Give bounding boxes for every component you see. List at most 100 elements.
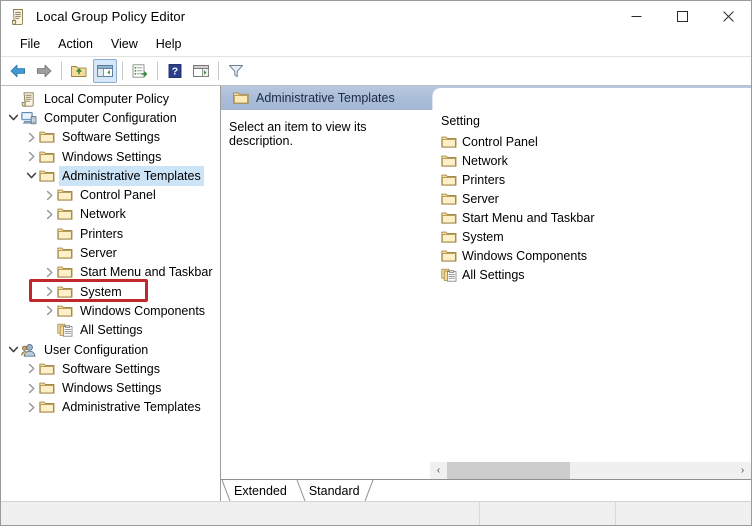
tree-item-computer-configuration[interactable]: Computer Configuration [1,108,220,127]
settings-list-pane[interactable]: Setting Control Panel Network Printers Serv… [429,110,751,479]
tree-item-label: Server [80,246,117,261]
chevron-down-icon[interactable] [5,110,21,126]
folder-icon [57,207,73,221]
show-hide-console-tree-button[interactable] [93,59,117,83]
chevron-right-icon[interactable] [23,380,39,396]
folder-icon [39,169,55,183]
help-button[interactable]: ? [163,59,187,83]
tree-item-label: Windows Settings [62,381,162,396]
horizontal-scrollbar[interactable]: ‹ › [430,462,751,479]
folder-icon [57,188,73,202]
list-item[interactable]: Control Panel [435,132,751,151]
list-item[interactable]: Windows Components [435,246,751,265]
tree-item-administrative-templates[interactable]: Administrative Templates [1,398,220,417]
column-header-setting: Setting [441,114,480,128]
menu-view[interactable]: View [102,35,147,53]
list-item-label: Printers [462,172,506,187]
console-tree-pane[interactable]: Local Computer Policy Computer Configurat… [1,86,221,501]
description-pane: Select an item to view its description. [221,110,429,479]
tab-slant-right [364,480,374,501]
chevron-down-icon[interactable] [23,168,39,184]
show-hide-console-tree-icon [97,65,113,77]
folder-icon [39,150,55,164]
folder-icon [441,230,457,244]
close-button[interactable] [705,1,751,32]
tree-item-system[interactable]: System [1,282,220,301]
tree-item-label: Windows Settings [62,149,162,164]
tree-item-label: Local Computer Policy [44,91,170,106]
filter-button[interactable] [224,59,248,83]
menu-file[interactable]: File [11,35,49,53]
filter-icon [229,65,243,78]
folder-icon [441,211,457,225]
show-hide-action-pane-icon [193,65,209,77]
back-button[interactable] [6,59,30,83]
description-text: Select an item to view its description. [229,120,367,148]
tree-item-administrative-templates[interactable]: Administrative Templates [1,165,220,186]
list-item-label: Control Panel [462,134,538,149]
tree-item-user-configuration[interactable]: User Configuration [1,340,220,359]
tree-item-all-settings[interactable]: All Settings [1,321,220,340]
show-hide-action-pane-button[interactable] [189,59,213,83]
list-item[interactable]: Server [435,189,751,208]
scroll-left-arrow[interactable]: ‹ [430,462,447,479]
tree-item-windows-settings[interactable]: Windows Settings [1,378,220,397]
forward-button[interactable] [32,59,56,83]
folder-icon [39,362,55,376]
help-icon: ? [168,64,182,78]
chevron-right-icon[interactable] [41,303,57,319]
tree-item-control-panel[interactable]: Control Panel [1,185,220,204]
chevron-down-icon[interactable] [5,342,21,358]
list-item[interactable]: Printers [435,170,751,189]
tree-item-windows-components[interactable]: Windows Components [1,301,220,320]
tree-item-start-menu-and-taskbar[interactable]: Start Menu and Taskbar [1,263,220,282]
export-list-button[interactable] [128,59,152,83]
list-item[interactable]: Start Menu and Taskbar [435,208,751,227]
chevron-right-icon[interactable] [41,284,57,300]
tree-item-local-computer-policy[interactable]: Local Computer Policy [1,89,220,108]
tree-item-windows-settings[interactable]: Windows Settings [1,147,220,166]
folder-icon [39,381,55,395]
scroll-thumb[interactable] [447,462,571,479]
list-column-header[interactable]: Setting [429,110,751,132]
toolbar-separator-1 [61,62,62,80]
tab-standard[interactable]: Standard [296,480,374,501]
list-item-label: Server [462,191,499,206]
tree-item-label: Network [80,207,126,222]
up-one-level-button[interactable] [67,59,91,83]
results-pane: Administrative Templates Select an item … [221,86,751,501]
chevron-right-icon[interactable] [41,264,57,280]
chevron-right-icon[interactable] [41,206,57,222]
tree-item-label: User Configuration [44,342,149,357]
chevron-right-icon[interactable] [41,187,57,203]
tree-item-software-settings[interactable]: Software Settings [1,128,220,147]
all-settings-icon [57,323,73,337]
menu-action[interactable]: Action [49,35,102,53]
list-item[interactable]: Network [435,151,751,170]
minimize-button[interactable] [613,1,659,32]
list-item[interactable]: System [435,227,751,246]
scroll-right-arrow[interactable]: › [734,462,751,479]
settings-list: Control Panel Network Printers Server Start … [429,132,751,284]
chevron-right-icon[interactable] [23,149,39,165]
tree-item-printers[interactable]: Printers [1,224,220,243]
menu-help[interactable]: Help [147,35,191,53]
scroll-track[interactable] [447,462,734,479]
tab-extended[interactable]: Extended [221,480,296,501]
chevron-right-icon[interactable] [23,399,39,415]
maximize-button[interactable] [659,1,705,32]
policy-document-icon [10,8,28,26]
folder-icon [441,135,457,149]
tab-standard-label: Standard [308,483,360,498]
list-item-label: All Settings [462,267,525,282]
folder-icon [57,246,73,260]
tree-item-network[interactable]: Network [1,205,220,224]
chevron-right-icon[interactable] [23,361,39,377]
tree-item-software-settings[interactable]: Software Settings [1,359,220,378]
policy-document-icon [21,91,37,107]
list-item[interactable]: All Settings [435,265,751,284]
tree-item-server[interactable]: Server [1,243,220,262]
list-item-label: System [462,229,504,244]
chevron-right-icon[interactable] [23,129,39,145]
results-header-title: Administrative Templates [256,91,395,105]
